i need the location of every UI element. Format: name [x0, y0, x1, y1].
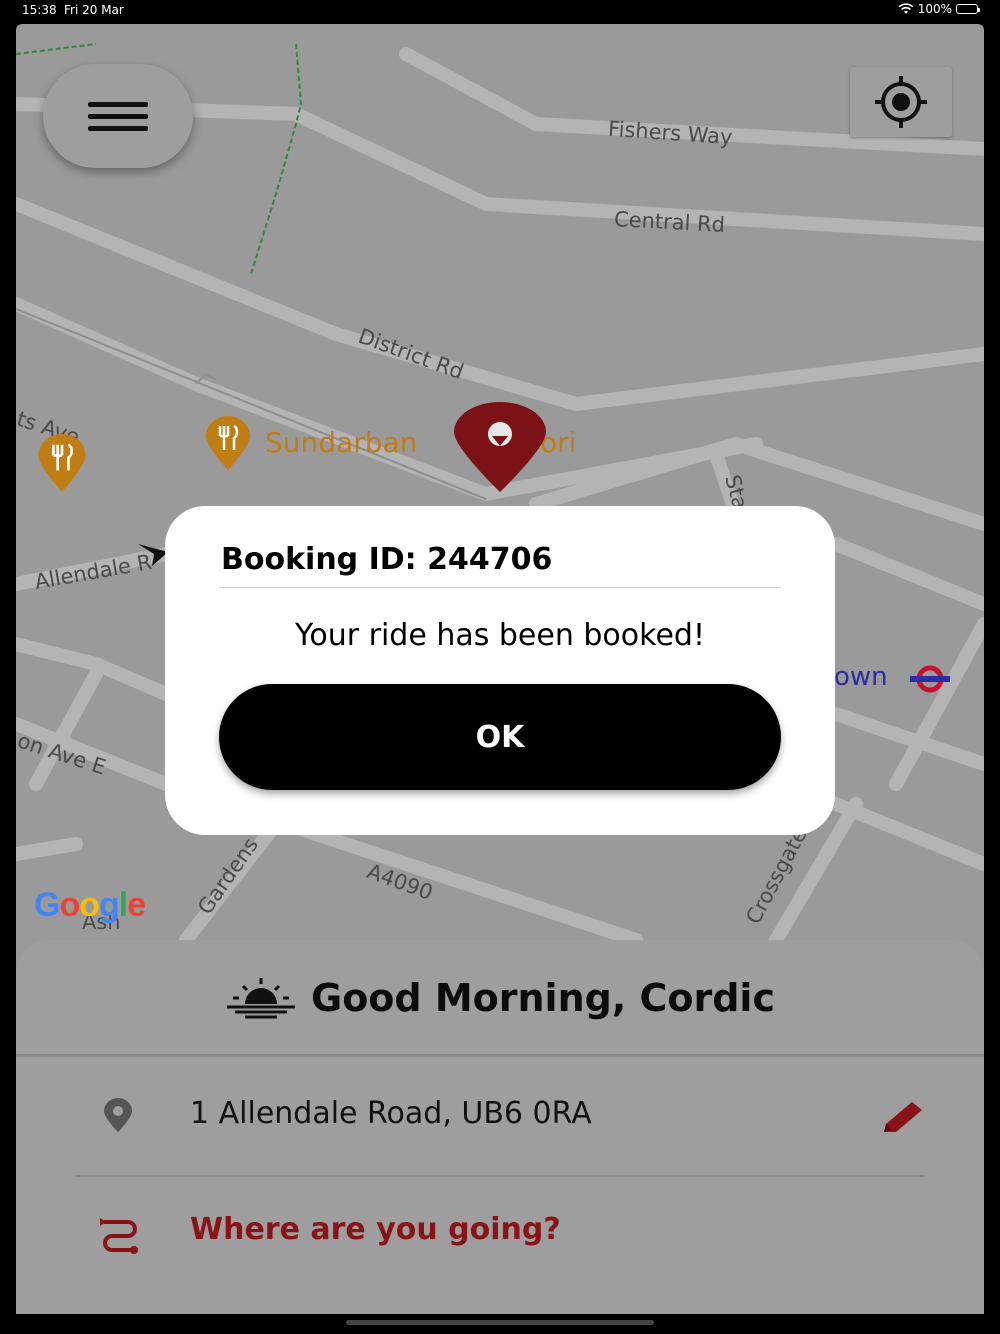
route-icon	[100, 1218, 138, 1254]
edit-pencil-icon[interactable]	[880, 1100, 926, 1136]
greeting: Good Morning, Cordic	[16, 976, 984, 1029]
dialog-title: Booking ID: 244706	[221, 542, 553, 577]
battery-percent: 100%	[917, 2, 952, 16]
destination-prompt[interactable]: Where are you going?	[190, 1212, 561, 1247]
status-time: 15:38	[22, 3, 57, 17]
ok-button[interactable]: OK	[219, 684, 781, 790]
status-date: Fri 20 Mar	[64, 3, 124, 17]
station-label: own	[834, 662, 888, 692]
home-indicator[interactable]	[346, 1320, 654, 1325]
status-right: 100%	[898, 2, 980, 16]
underground-icon[interactable]	[908, 664, 952, 694]
dialog-message: Your ride has been booked!	[295, 618, 705, 653]
greeting-text: Good Morning, Cordic	[311, 976, 775, 1020]
wifi-icon	[898, 3, 914, 14]
location-pin-icon	[104, 1098, 132, 1132]
booking-confirmation-dialog: Booking ID: 244706 Your ride has been bo…	[165, 506, 835, 835]
locate-me-button[interactable]	[850, 67, 952, 137]
sunrise-icon	[227, 978, 295, 1019]
battery-icon	[956, 4, 980, 14]
map-marker-icon[interactable]	[452, 402, 548, 494]
restaurant-icon[interactable]	[204, 416, 252, 472]
status-bar: 15:38 Fri 20 Mar 100%	[0, 0, 1000, 22]
divider	[16, 1054, 984, 1057]
booking-panel: Good Morning, Cordic 1 Allendale Road, U…	[16, 940, 984, 1314]
locate-icon	[875, 76, 927, 128]
divider	[76, 1175, 924, 1177]
pickup-row[interactable]: 1 Allendale Road, UB6 0RA	[16, 1080, 984, 1180]
poi-label: Sundarban	[265, 426, 418, 459]
menu-button[interactable]	[43, 64, 193, 168]
divider	[219, 587, 781, 588]
ok-button-label: OK	[475, 719, 525, 755]
pickup-address: 1 Allendale Road, UB6 0RA	[190, 1096, 592, 1131]
google-logo: Google	[34, 886, 146, 924]
restaurant-icon[interactable]	[36, 434, 88, 494]
